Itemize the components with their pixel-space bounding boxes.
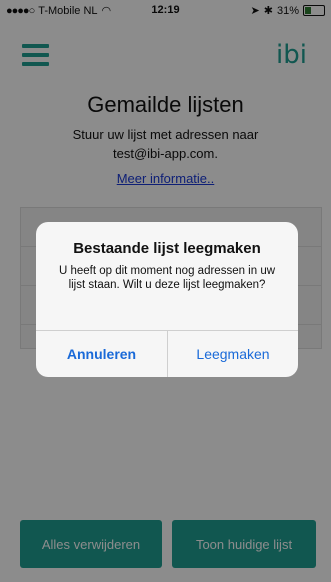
clear-list-button[interactable]: Leegmaken	[168, 331, 298, 377]
dialog-message: U heeft op dit moment nog adressen in uw…	[58, 265, 276, 291]
phone-screen: ●●●●○ T-Mobile NL ◠ 12:19 ➤ ✱ 31% ibi Ge…	[0, 0, 331, 582]
cancel-button[interactable]: Annuleren	[36, 331, 167, 377]
dialog-title: Bestaande lijst leegmaken	[73, 240, 261, 257]
clear-list-dialog: Bestaande lijst leegmaken U heeft op dit…	[36, 222, 298, 377]
